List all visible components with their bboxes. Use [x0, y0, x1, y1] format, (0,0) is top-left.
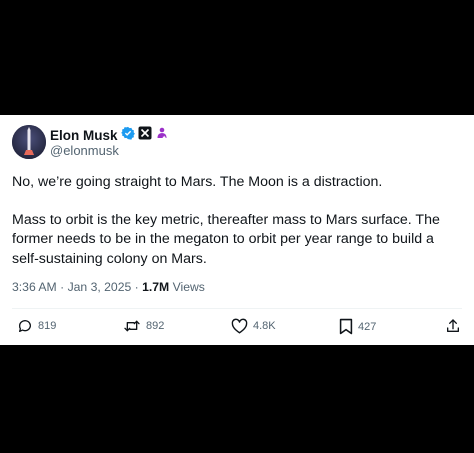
tweet-paragraph: No, we’re going straight to Mars. The Mo… [12, 174, 383, 190]
tweet-date[interactable]: Jan 3, 2025 [68, 280, 132, 294]
tweet-text: No, we’re going straight to Mars. The Mo… [12, 173, 464, 287]
heart-icon [231, 318, 248, 334]
like-button[interactable]: 4.8K [231, 318, 276, 334]
retweet-button[interactable]: 892 [123, 318, 164, 334]
meta-separator: · [60, 280, 65, 294]
avatar[interactable] [12, 125, 46, 159]
share-button[interactable] [445, 318, 461, 334]
reply-icon [17, 318, 33, 334]
verified-badge-icon [120, 126, 135, 145]
avatar-rocket-image [12, 125, 46, 159]
divider [12, 308, 462, 309]
action-bar: 819 892 4.8K 427 [0, 318, 474, 338]
bookmark-icon [339, 318, 353, 335]
views-label: Views [172, 280, 205, 294]
tweet-card: Elon Musk @elonmusk No, we’re going stra… [0, 115, 474, 345]
tweet-paragraph: Mass to orbit is the key metric, thereaf… [12, 211, 440, 267]
author-name[interactable]: Elon Musk [50, 128, 118, 143]
bookmark-button[interactable]: 427 [339, 318, 376, 335]
retweet-icon [123, 318, 141, 334]
share-icon [445, 318, 461, 334]
x-logo-icon [138, 126, 152, 145]
bookmark-count: 427 [358, 320, 377, 333]
reply-button[interactable]: 819 [17, 318, 56, 334]
author-handle[interactable]: @elonmusk [50, 143, 119, 158]
views-count: 1.7M [142, 280, 170, 294]
like-count: 4.8K [253, 320, 276, 332]
tweet-time[interactable]: 3:36 AM [12, 280, 57, 294]
reply-count: 819 [38, 320, 57, 332]
meta-separator: · [134, 280, 139, 294]
retweet-count: 892 [146, 320, 165, 332]
tweet-meta: 3:36 AM · Jan 3, 2025 · 1.7M Views [12, 280, 205, 294]
person-badge-icon [155, 126, 169, 145]
